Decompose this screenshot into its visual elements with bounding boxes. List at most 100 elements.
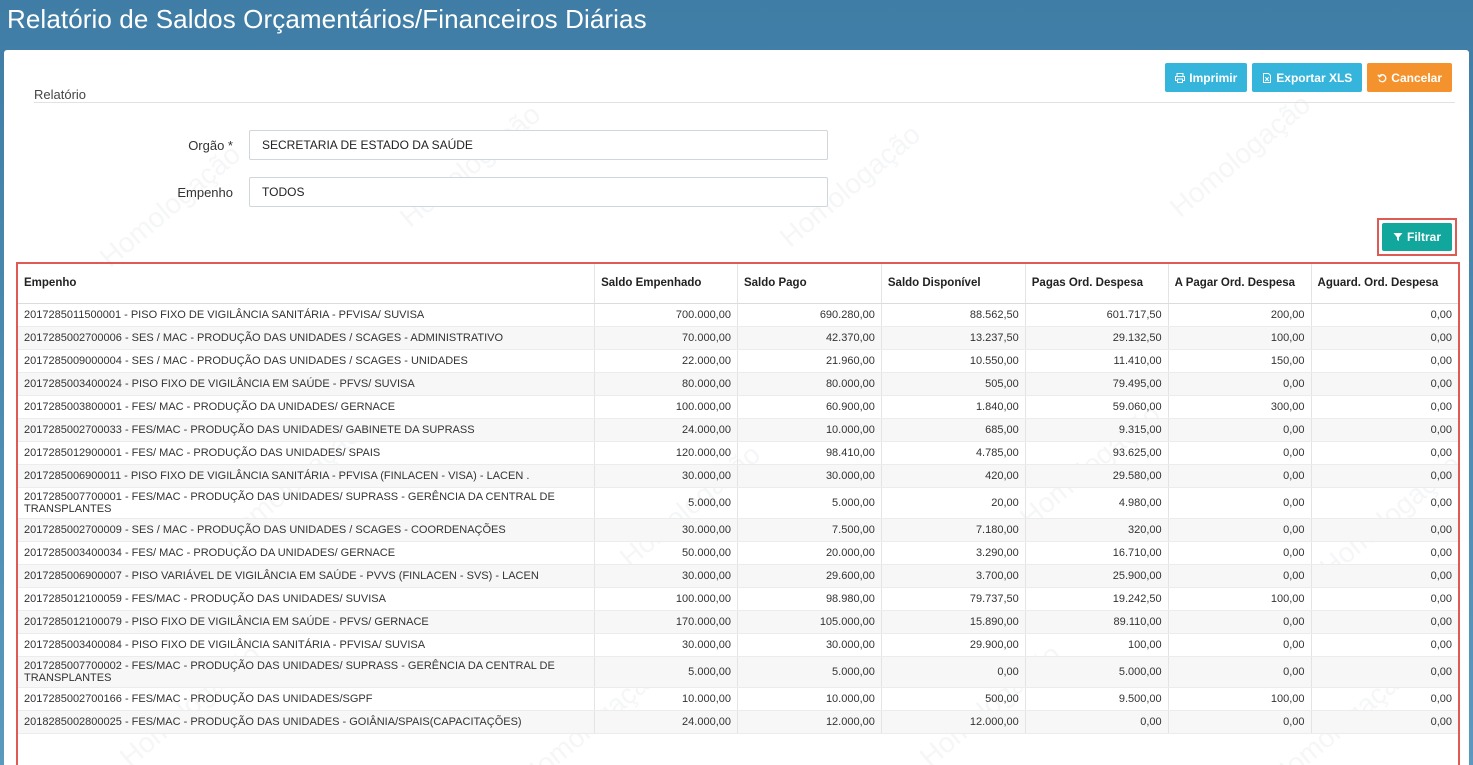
value-cell: 10.000,00 xyxy=(594,687,738,711)
empenho-cell: 2017285003400084 - PISO FIXO DE VIGILÂNC… xyxy=(18,633,596,657)
value-cell: 29.900,00 xyxy=(881,633,1026,657)
value-cell: 0,00 xyxy=(1025,710,1169,734)
value-cell: 22.000,00 xyxy=(594,349,738,373)
value-cell: 5.000,00 xyxy=(1025,656,1169,688)
value-cell: 0,00 xyxy=(1168,518,1312,542)
table-row[interactable]: 2017285009000004 - SES / MAC - PRODUÇÃO … xyxy=(18,349,1458,373)
results-table-frame: Empenho Saldo Empenhado Saldo Pago Saldo Di… xyxy=(16,262,1460,765)
value-cell: 100.000,00 xyxy=(594,395,738,419)
value-cell: 4.980,00 xyxy=(1025,487,1169,519)
empenho-cell: 2017285007700001 - FES/MAC - PRODUÇÃO DA… xyxy=(18,487,596,519)
value-cell: 15.890,00 xyxy=(881,610,1026,634)
value-cell: 25.900,00 xyxy=(1025,564,1169,588)
table-row[interactable]: 2017285002700006 - SES / MAC - PRODUÇÃO … xyxy=(18,326,1458,350)
value-cell: 505,00 xyxy=(881,372,1026,396)
table-header-row: Empenho Saldo Empenhado Saldo Pago Saldo Di… xyxy=(18,264,1458,304)
value-cell: 29.580,00 xyxy=(1025,464,1169,488)
print-button-label: Imprimir xyxy=(1189,70,1238,85)
value-cell: 30.000,00 xyxy=(594,633,738,657)
value-cell: 59.060,00 xyxy=(1025,395,1169,419)
watermark-text: Homologação xyxy=(393,98,547,234)
empenho-cell: 2017285002700166 - FES/MAC - PRODUÇÃO DA… xyxy=(18,687,596,711)
empenho-cell: 2017285002700033 - FES/MAC - PRODUÇÃO DA… xyxy=(18,418,596,442)
column-header[interactable]: Saldo Pago xyxy=(737,264,882,304)
results-table: Empenho Saldo Empenhado Saldo Pago Saldo Di… xyxy=(18,264,1458,734)
filter-highlight: Filtrar xyxy=(1376,218,1457,256)
table-row[interactable]: 2017285002700166 - FES/MAC - PRODUÇÃO DA… xyxy=(18,687,1458,711)
table-row[interactable]: 2017285011500001 - PISO FIXO DE VIGILÂNC… xyxy=(18,303,1458,327)
file-excel-icon xyxy=(1263,72,1272,83)
value-cell: 100,00 xyxy=(1168,587,1312,611)
value-cell: 24.000,00 xyxy=(594,418,738,442)
value-cell: 93.625,00 xyxy=(1025,441,1169,465)
table-row[interactable]: 2017285003400034 - FES/ MAC - PRODUÇÃO D… xyxy=(18,541,1458,565)
value-cell: 0,00 xyxy=(1168,710,1312,734)
value-cell: 88.562,50 xyxy=(881,303,1026,327)
table-row[interactable]: 2017285002700009 - SES / MAC - PRODUÇÃO … xyxy=(18,518,1458,542)
print-button[interactable]: Imprimir xyxy=(1165,63,1248,92)
value-cell: 1.840,00 xyxy=(881,395,1026,419)
table-row[interactable]: 2017285003400024 - PISO FIXO DE VIGILÂNC… xyxy=(18,372,1458,396)
value-cell: 89.110,00 xyxy=(1025,610,1169,634)
column-header[interactable]: Pagas Ord. Despesa xyxy=(1025,264,1169,304)
column-header[interactable]: Saldo Empenhado xyxy=(594,264,738,304)
value-cell: 0,00 xyxy=(1311,372,1458,396)
value-cell: 0,00 xyxy=(1311,349,1458,373)
watermark-text: Homologação xyxy=(1163,88,1317,224)
value-cell: 5.000,00 xyxy=(737,656,882,688)
table-row[interactable]: 2017285012100079 - PISO FIXO DE VIGILÂNC… xyxy=(18,610,1458,634)
table-row[interactable]: 2017285002700033 - FES/MAC - PRODUÇÃO DA… xyxy=(18,418,1458,442)
value-cell: 100,00 xyxy=(1168,326,1312,350)
table-row[interactable]: 2017285012900001 - FES/ MAC - PRODUÇÃO D… xyxy=(18,441,1458,465)
undo-icon xyxy=(1377,73,1387,82)
value-cell: 42.370,00 xyxy=(737,326,882,350)
filter-button-label: Filtrar xyxy=(1406,230,1441,244)
orgao-select[interactable]: SECRETARIA DE ESTADO DA SAÚDE xyxy=(249,130,828,160)
value-cell: 0,00 xyxy=(1168,487,1312,519)
value-cell: 100,00 xyxy=(1168,687,1312,711)
export-xls-button[interactable]: Exportar XLS xyxy=(1252,63,1363,92)
value-cell: 70.000,00 xyxy=(594,326,738,350)
value-cell: 0,00 xyxy=(1311,710,1458,734)
table-row[interactable]: 2017285006900011 - PISO FIXO DE VIGILÂNC… xyxy=(18,464,1458,488)
value-cell: 5.000,00 xyxy=(594,656,738,688)
table-row[interactable]: 2017285003800001 - FES/ MAC - PRODUÇÃO D… xyxy=(18,395,1458,419)
table-row[interactable]: 2017285007700001 - FES/MAC - PRODUÇÃO DA… xyxy=(18,487,1458,519)
empenho-row: Empenho TODOS xyxy=(4,177,828,207)
column-header[interactable]: Saldo Disponível xyxy=(881,264,1026,304)
value-cell: 105.000,00 xyxy=(737,610,882,634)
column-header[interactable]: Empenho xyxy=(18,264,596,304)
empenho-select[interactable]: TODOS xyxy=(249,177,828,207)
value-cell: 60.900,00 xyxy=(737,395,882,419)
empenho-cell: 2017285006900011 - PISO FIXO DE VIGILÂNC… xyxy=(18,464,596,488)
page-title: Relatório de Saldos Orçamentários/Financ… xyxy=(7,4,647,34)
filter-button[interactable]: Filtrar xyxy=(1381,223,1452,251)
value-cell: 700.000,00 xyxy=(594,303,738,327)
value-cell: 9.500,00 xyxy=(1025,687,1169,711)
value-cell: 5.000,00 xyxy=(594,487,738,519)
table-row[interactable]: 2017285006900007 - PISO VARIÁVEL DE VIGI… xyxy=(18,564,1458,588)
empenho-cell: 2018285002800025 - FES/MAC - PRODUÇÃO DA… xyxy=(18,710,596,734)
value-cell: 30.000,00 xyxy=(737,633,882,657)
table-row[interactable]: 2018285002800025 - FES/MAC - PRODUÇÃO DA… xyxy=(18,710,1458,734)
cancel-button[interactable]: Cancelar xyxy=(1367,63,1452,92)
value-cell: 30.000,00 xyxy=(594,518,738,542)
table-row[interactable]: 2017285012100059 - FES/MAC - PRODUÇÃO DA… xyxy=(18,587,1458,611)
table-row[interactable]: 2017285003400084 - PISO FIXO DE VIGILÂNC… xyxy=(18,633,1458,657)
value-cell: 0,00 xyxy=(1168,564,1312,588)
table-row[interactable]: 2017285007700002 - FES/MAC - PRODUÇÃO DA… xyxy=(18,656,1458,688)
value-cell: 24.000,00 xyxy=(594,710,738,734)
filter-icon xyxy=(1393,233,1403,241)
empenho-cell: 2017285006900007 - PISO VARIÁVEL DE VIGI… xyxy=(18,564,596,588)
column-header[interactable]: A Pagar Ord. Despesa xyxy=(1168,264,1312,304)
value-cell: 685,00 xyxy=(881,418,1026,442)
value-cell: 79.737,50 xyxy=(881,587,1026,611)
value-cell: 100,00 xyxy=(1025,633,1169,657)
value-cell: 200,00 xyxy=(1168,303,1312,327)
value-cell: 100.000,00 xyxy=(594,587,738,611)
column-header[interactable]: Aguard. Ord. Despesa xyxy=(1311,264,1458,304)
value-cell: 0,00 xyxy=(1311,326,1458,350)
value-cell: 80.000,00 xyxy=(594,372,738,396)
empenho-label: Empenho xyxy=(177,184,233,200)
value-cell: 30.000,00 xyxy=(594,464,738,488)
